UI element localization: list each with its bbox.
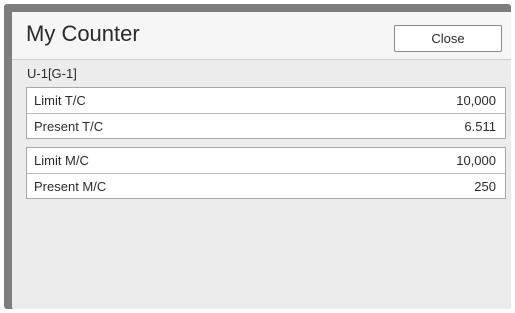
dialog-frame: My Counter Close U-1[G-1] Limit T/C 10,0… [4,4,511,309]
counter-label: Present T/C [34,118,104,134]
dialog-header: My Counter Close [12,12,511,60]
counter-row-limit-mc: Limit M/C 10,000 [27,148,505,173]
counter-value: 10,000 [456,153,496,168]
counter-value: 250 [474,178,496,194]
counter-row-limit-tc: Limit T/C 10,000 [27,88,505,113]
mc-counter-table: Limit M/C 10,000 Present M/C 250 [26,147,506,199]
counter-value: 10,000 [456,93,496,108]
counter-row-present-mc: Present M/C 250 [27,173,505,198]
group-label: U-1[G-1] [27,66,77,81]
tc-counter-table: Limit T/C 10,000 Present T/C 6.511 [26,87,506,139]
counter-label: Limit M/C [34,153,89,168]
close-button[interactable]: Close [394,25,502,52]
dialog-title: My Counter [26,21,140,46]
counter-label: Limit T/C [34,93,86,108]
my-counter-dialog: My Counter Close U-1[G-1] Limit T/C 10,0… [12,12,511,309]
counter-label: Present M/C [34,178,107,194]
counter-row-present-tc: Present T/C 6.511 [27,113,505,138]
counter-value: 6.511 [464,118,496,134]
